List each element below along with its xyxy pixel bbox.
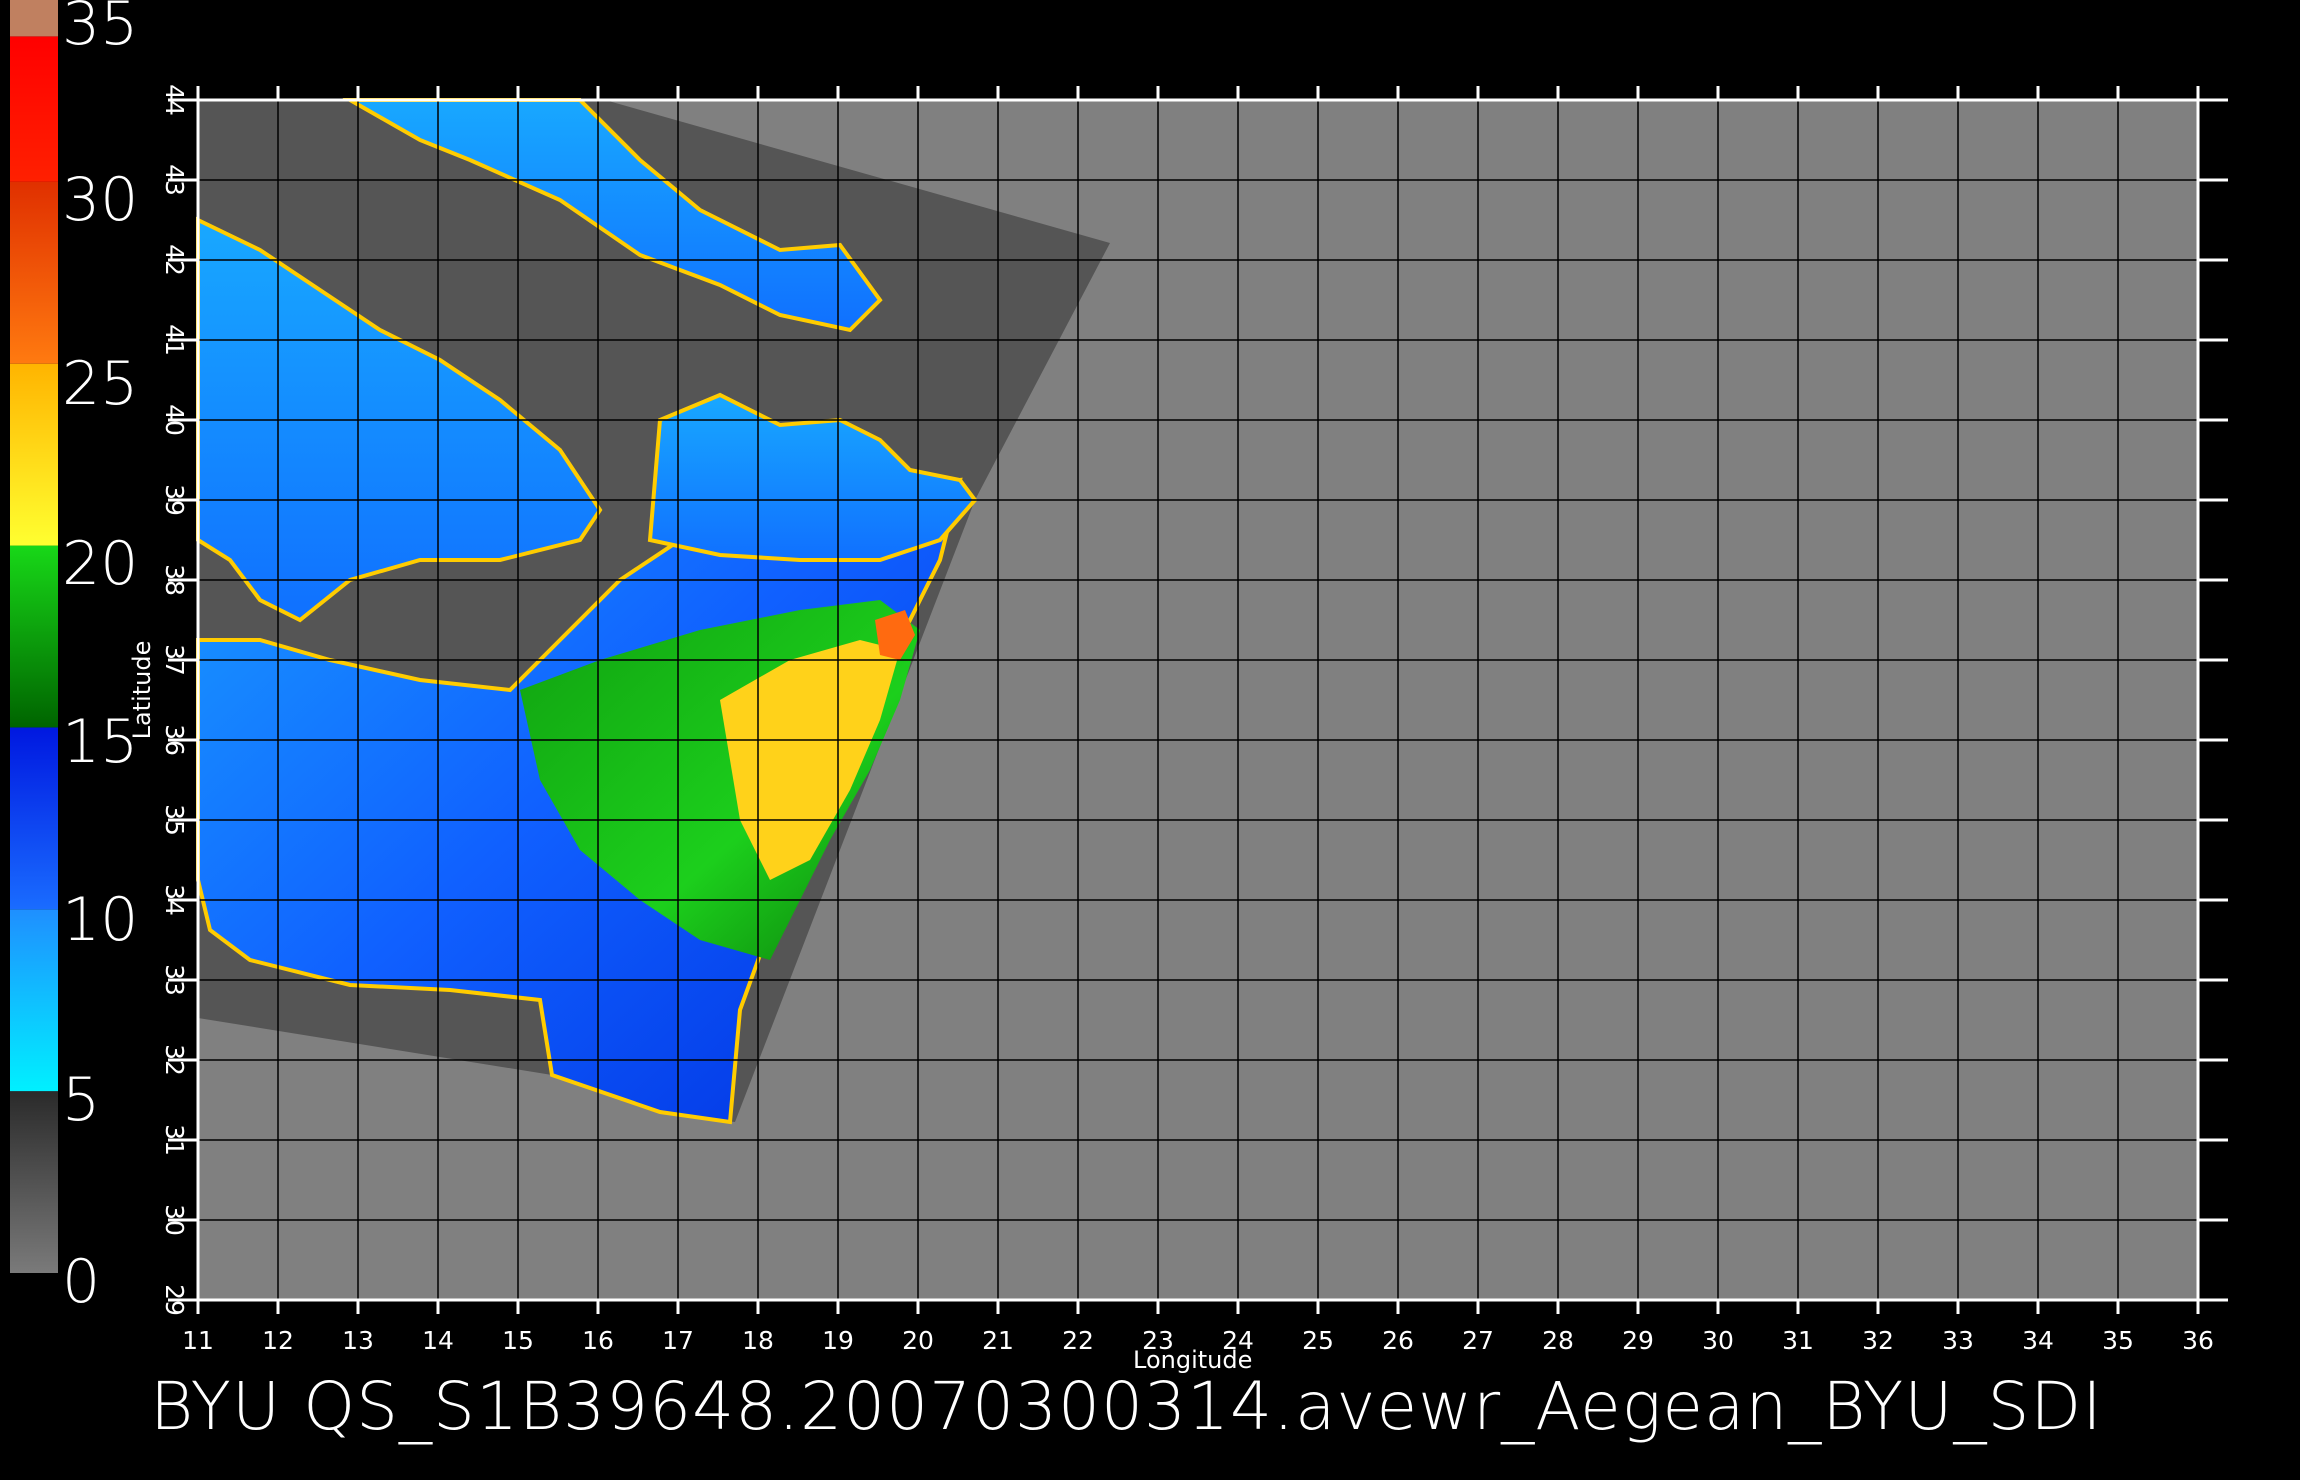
tick-label-lon-34: 34 — [2022, 1326, 2054, 1355]
tick-label-lon-27: 27 — [1462, 1326, 1494, 1355]
tick-label-lon-31: 31 — [1782, 1326, 1814, 1355]
tick-label-lat-40: 40 — [160, 404, 189, 436]
tick-label-lon-11: 11 — [182, 1326, 214, 1355]
wind-speed-map: 11 12 13 14 15 16 17 18 19 20 21 22 23 24 25 26 27 28 29 30… — [128, 84, 2228, 1374]
tick-label-lat-36: 36 — [160, 724, 189, 756]
tick-label-lat-38: 38 — [160, 564, 189, 596]
tick-label-lon-33: 33 — [1942, 1326, 1974, 1355]
tick-label-lon-28: 28 — [1542, 1326, 1574, 1355]
tick-label-lon-35: 35 — [2102, 1326, 2134, 1355]
tick-label-lat-44: 44 — [160, 84, 189, 116]
tick-label-lat-37: 37 — [160, 644, 189, 676]
tick-label-lon-32: 32 — [1862, 1326, 1894, 1355]
tick-label-lon-30: 30 — [1702, 1326, 1734, 1355]
tick-label-lon-25: 25 — [1302, 1326, 1334, 1355]
tick-label-lat-29: 29 — [160, 1284, 189, 1316]
tick-label-lon-22: 22 — [1062, 1326, 1094, 1355]
tick-label-lon-19: 19 — [822, 1326, 854, 1355]
tick-label-lon-16: 16 — [582, 1326, 614, 1355]
tick-label-lon-12: 12 — [262, 1326, 294, 1355]
tick-label-lon-36: 36 — [2182, 1326, 2214, 1355]
tick-label-lon-21: 21 — [982, 1326, 1014, 1355]
tick-label-lat-43: 43 — [160, 164, 189, 196]
tick-label-lon-26: 26 — [1382, 1326, 1414, 1355]
tick-label-lat-33: 33 — [160, 964, 189, 996]
tick-label-lat-34: 34 — [160, 884, 189, 916]
tick-label-lon-13: 13 — [342, 1326, 374, 1355]
tick-label-lat-30: 30 — [160, 1204, 189, 1236]
product-title: BYU QS_S1B39648.20070300314.avewr_Aegean… — [150, 1368, 2103, 1445]
tick-label-lon-17: 17 — [662, 1326, 694, 1355]
tick-label-lat-32: 32 — [160, 1044, 189, 1076]
tick-label-lat-35: 35 — [160, 804, 189, 836]
tick-label-lon-14: 14 — [422, 1326, 454, 1355]
tick-label-lon-18: 18 — [742, 1326, 774, 1355]
tick-label-lat-41: 41 — [160, 324, 189, 356]
tick-label-lat-39: 39 — [160, 484, 189, 516]
tick-label-lat-31: 31 — [160, 1124, 189, 1156]
tick-label-lat-42: 42 — [160, 244, 189, 276]
tick-label-lon-15: 15 — [502, 1326, 534, 1355]
y-axis-title: Latitude — [128, 641, 156, 740]
tick-label-lon-29: 29 — [1622, 1326, 1654, 1355]
tick-label-lon-20: 20 — [902, 1326, 934, 1355]
